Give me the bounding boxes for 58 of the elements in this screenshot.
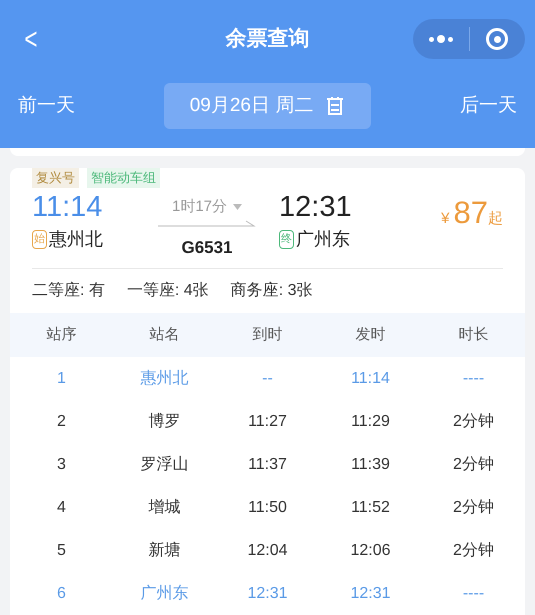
table-cell-text: 11:27 [247, 412, 288, 432]
end-badge: 终 [279, 230, 294, 249]
next-day-button[interactable]: 后一天 [460, 92, 517, 120]
table-cell-text: ---- [462, 584, 486, 604]
back-button[interactable]: < [20, 16, 42, 62]
table-cell-text: 11:52 [350, 498, 391, 518]
table-cell-text: 2分钟 [452, 412, 495, 432]
table-cell-text: 12:04 [246, 540, 289, 560]
column-header: 发时 [354, 324, 386, 345]
table-cell-text: 12:06 [349, 540, 392, 560]
table-cell-text: 11:50 [247, 498, 288, 518]
page-title: 余票查询 [226, 26, 310, 52]
table-cell-text: 2分钟 [452, 454, 495, 474]
train-number: G6531 [181, 236, 233, 258]
train-tag: 智能动车组 [87, 168, 160, 188]
table-cell-text: 6 [56, 584, 67, 604]
arrival-time: 12:31 [279, 190, 352, 225]
table-cell-text: 新塘 [148, 540, 182, 560]
price-suffix: 起 [488, 209, 503, 229]
calendar-icon [325, 96, 346, 116]
table-cell-text: 1 [56, 368, 67, 388]
start-badge: 始 [32, 230, 47, 249]
table-cell-text: 惠州北 [140, 368, 190, 388]
table-cell-text: ---- [462, 368, 486, 388]
table-cell-text: 2分钟 [452, 498, 495, 518]
currency-sign: ¥ [441, 209, 450, 229]
caret-icon [233, 204, 242, 210]
table-cell-text: 3 [56, 454, 67, 474]
column-header: 站序 [46, 324, 78, 345]
table-cell-text: 4 [56, 498, 67, 518]
seat-availability: 商务座: 3张 [230, 280, 312, 301]
table-cell-text: 12:31 [349, 584, 392, 604]
duration-toggle[interactable]: 1时17分 [172, 196, 242, 218]
price: 87 [454, 194, 488, 232]
table-cell-text: 11:14 [350, 368, 391, 388]
table-cell-text: 2 [56, 412, 67, 432]
table-cell-text: 广州东 [140, 584, 190, 604]
column-header: 时长 [458, 324, 490, 345]
table-cell-text: -- [261, 368, 274, 388]
table-cell-text: 11:29 [350, 412, 391, 432]
table-cell-text: 12:31 [246, 584, 289, 604]
arrival-station: 广州东 [296, 228, 350, 251]
departure-station: 惠州北 [49, 228, 103, 251]
seat-availability: 一等座: 4张 [126, 280, 209, 301]
table-cell-text: 11:37 [247, 454, 288, 474]
table-cell-text: 2分钟 [452, 540, 495, 560]
table-cell-text: 博罗 [148, 412, 182, 432]
table-cell-text: 5 [56, 540, 67, 560]
table-cell-text: 罗浮山 [140, 454, 190, 474]
table-cell-text: 增城 [148, 498, 182, 518]
table-cell-text: 11:39 [350, 454, 391, 474]
seat-availability: 二等座: 有 [32, 280, 105, 301]
previous-day-button[interactable]: 前一天 [18, 92, 75, 120]
column-header: 到时 [252, 324, 284, 345]
date-picker[interactable]: 09月26日 周二 [164, 83, 371, 129]
departure-time: 11:14 [32, 190, 104, 225]
train-tag: 复兴号 [32, 168, 79, 188]
column-header: 站名 [148, 324, 180, 345]
